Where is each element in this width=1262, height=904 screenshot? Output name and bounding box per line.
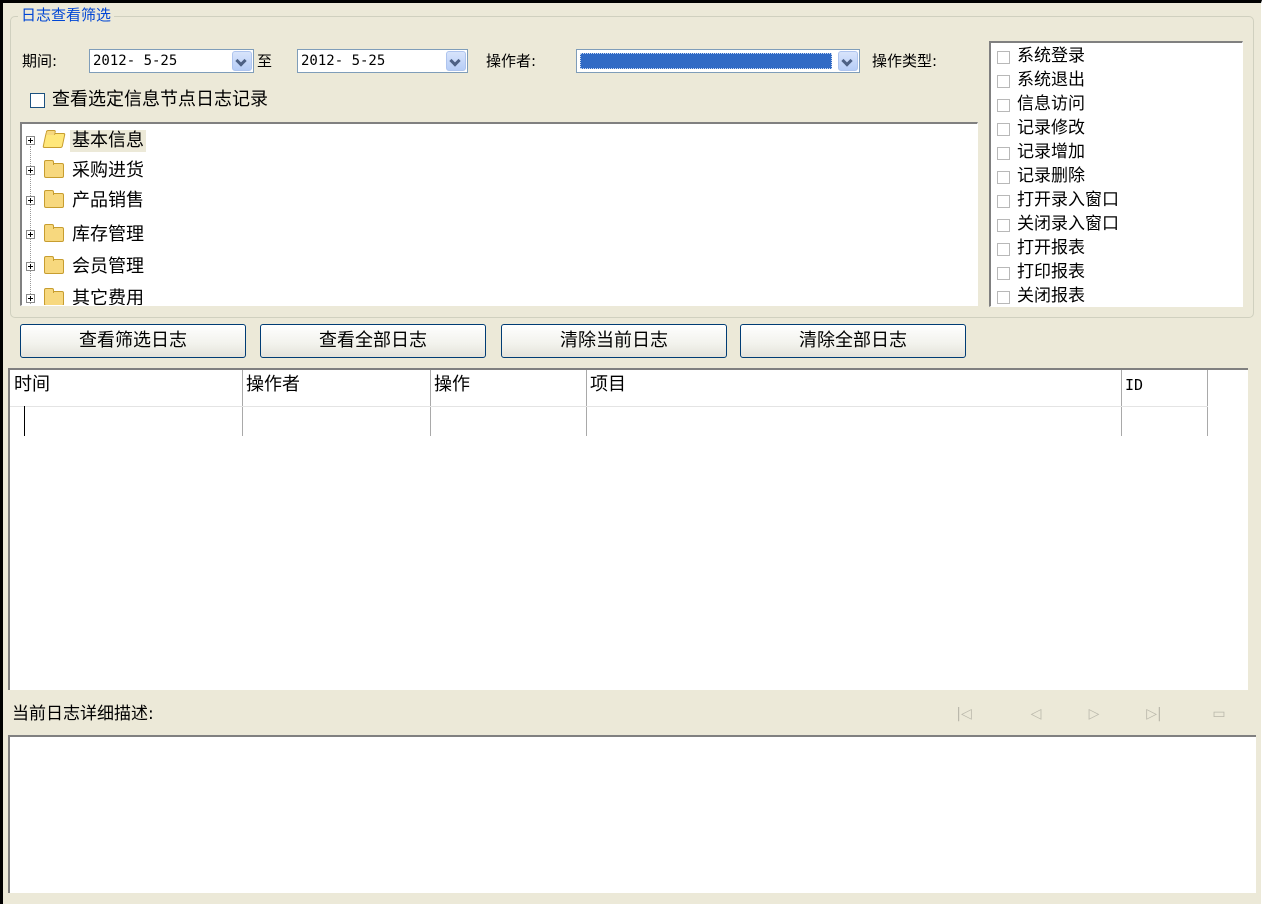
type-item-print-report[interactable]: 打印报表 [995, 262, 1235, 282]
folder-icon [44, 160, 64, 178]
folder-icon [44, 190, 64, 208]
date-from-value: 2012- 5-25 [93, 53, 178, 69]
checkbox[interactable] [997, 147, 1010, 160]
column-header-label: 操作 [434, 374, 470, 395]
column-header-operation[interactable]: 操作 [430, 370, 587, 436]
tree-item-label: 采购进货 [72, 160, 144, 181]
checkbox[interactable] [997, 75, 1010, 88]
chevron-down-icon[interactable] [838, 51, 858, 71]
type-item-label: 系统退出 [1017, 70, 1085, 90]
type-item-close-report[interactable]: 关闭报表 [995, 286, 1235, 306]
tree-item-label: 基本信息 [70, 130, 146, 152]
expand-icon[interactable] [26, 136, 35, 145]
tree-item-purchasing[interactable]: 采购进货 [22, 157, 322, 187]
operator-selection-highlight [580, 53, 832, 69]
detail-description-label: 当前日志详细描述: [12, 704, 154, 724]
date-from-picker[interactable]: 2012- 5-25 [89, 49, 254, 73]
checkbox[interactable] [997, 267, 1010, 280]
type-item-label: 记录增加 [1017, 142, 1085, 162]
to-label: 至 [257, 52, 273, 70]
type-item-label: 打印报表 [1017, 262, 1085, 282]
type-item-label: 记录删除 [1017, 166, 1085, 186]
type-item-label: 关闭报表 [1017, 286, 1085, 306]
folder-icon [44, 288, 64, 305]
period-label: 期间: [22, 52, 58, 70]
info-node-tree[interactable]: 基本信息 采购进货 产品销售 库存管理 会员管理 其它费用 [20, 122, 978, 306]
tree-item-label: 会员管理 [72, 256, 144, 277]
folder-icon [44, 256, 64, 274]
first-record-icon[interactable]: |◁ [955, 706, 973, 722]
column-header-item[interactable]: 项目 [586, 370, 1122, 436]
tree-item-other-expenses[interactable]: 其它费用 [22, 285, 322, 306]
node-log-checkbox-label: 查看选定信息节点日志记录 [52, 89, 268, 110]
tree-item-label: 产品销售 [72, 190, 144, 211]
view-all-log-button[interactable]: 查看全部日志 [260, 324, 486, 358]
operator-label: 操作者: [486, 52, 537, 70]
checkbox[interactable] [997, 291, 1010, 304]
header-separator [10, 406, 1208, 407]
prev-record-icon[interactable]: ◁ [1027, 706, 1045, 722]
column-header-operator[interactable]: 操作者 [242, 370, 431, 436]
view-filtered-log-button[interactable]: 查看筛选日志 [20, 324, 246, 358]
type-item-open-report[interactable]: 打开报表 [995, 238, 1235, 258]
column-header-label: 时间 [14, 374, 50, 395]
column-header-label: ID [1125, 376, 1144, 394]
type-item-login[interactable]: 系统登录 [995, 46, 1235, 66]
tree-item-label: 其它费用 [72, 288, 144, 306]
chevron-down-icon[interactable] [232, 51, 252, 71]
checkbox[interactable] [997, 243, 1010, 256]
column-header-label: 项目 [590, 374, 626, 395]
tree-item-label: 库存管理 [72, 224, 144, 245]
next-record-icon[interactable]: ▷ [1085, 706, 1103, 722]
expand-icon[interactable] [26, 196, 35, 205]
folder-icon [44, 224, 64, 242]
clear-current-log-button[interactable]: 清除当前日志 [501, 324, 727, 358]
checkbox[interactable] [997, 99, 1010, 112]
last-record-icon[interactable]: ▷| [1145, 706, 1163, 722]
chevron-down-icon[interactable] [446, 51, 466, 71]
date-to-value: 2012- 5-25 [301, 53, 386, 69]
operation-type-list[interactable]: 系统登录 系统退出 信息访问 记录修改 记录增加 记录删除 打开录入窗口 关闭录… [989, 41, 1243, 307]
tree-item-members[interactable]: 会员管理 [22, 253, 322, 283]
type-item-open-entry[interactable]: 打开录入窗口 [995, 190, 1235, 210]
tree-item-basic-info[interactable]: 基本信息 [22, 127, 322, 157]
collapse-icon[interactable]: ▭ [1210, 706, 1228, 722]
date-to-picker[interactable]: 2012- 5-25 [297, 49, 468, 73]
node-log-checkbox[interactable] [30, 93, 45, 108]
operation-type-label: 操作类型: [872, 52, 938, 70]
expand-icon[interactable] [26, 262, 35, 271]
detail-description-box[interactable] [8, 735, 1256, 893]
filter-group-title: 日志查看筛选 [18, 5, 115, 25]
type-item-label: 信息访问 [1017, 94, 1085, 114]
open-folder-icon [42, 133, 66, 148]
tree-item-sales[interactable]: 产品销售 [22, 187, 322, 217]
checkbox[interactable] [997, 195, 1010, 208]
type-item-label: 打开报表 [1017, 238, 1085, 258]
type-item-label: 关闭录入窗口 [1017, 214, 1119, 234]
row-cursor [24, 406, 25, 436]
type-item-label: 记录修改 [1017, 118, 1085, 138]
expand-icon[interactable] [26, 294, 35, 303]
clear-all-log-button[interactable]: 清除全部日志 [740, 324, 966, 358]
type-item-record-delete[interactable]: 记录删除 [995, 166, 1235, 186]
type-item-record-modify[interactable]: 记录修改 [995, 118, 1235, 138]
column-header-label: 操作者 [246, 374, 300, 395]
type-item-close-entry[interactable]: 关闭录入窗口 [995, 214, 1235, 234]
checkbox[interactable] [997, 123, 1010, 136]
checkbox[interactable] [997, 51, 1010, 64]
expand-icon[interactable] [26, 230, 35, 239]
type-item-label: 系统登录 [1017, 46, 1085, 66]
operator-select[interactable] [576, 49, 860, 73]
expand-icon[interactable] [26, 166, 35, 175]
checkbox[interactable] [997, 171, 1010, 184]
type-item-logout[interactable]: 系统退出 [995, 70, 1235, 90]
type-item-record-add[interactable]: 记录增加 [995, 142, 1235, 162]
column-header-time[interactable]: 时间 [10, 370, 243, 436]
type-item-label: 打开录入窗口 [1017, 190, 1119, 210]
log-table[interactable]: 时间 操作者 操作 项目 ID [8, 368, 1248, 690]
checkbox[interactable] [997, 219, 1010, 232]
column-header-id[interactable]: ID [1121, 370, 1208, 436]
tree-item-inventory[interactable]: 库存管理 [22, 221, 322, 251]
type-item-info-access[interactable]: 信息访问 [995, 94, 1235, 114]
